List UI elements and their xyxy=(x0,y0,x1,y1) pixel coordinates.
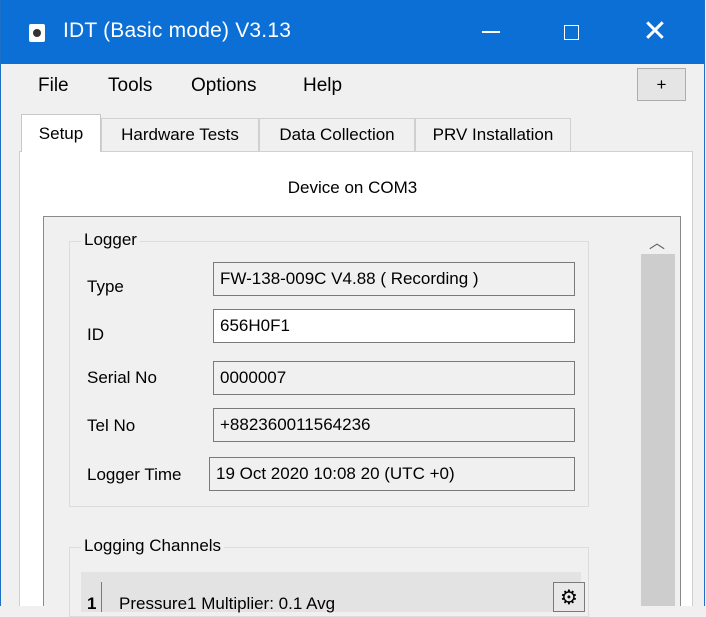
channel-divider xyxy=(101,582,102,612)
maximize-button[interactable] xyxy=(531,0,611,64)
menu-tools[interactable]: Tools xyxy=(108,75,152,97)
logger-time-value: 19 Oct 2020 10:08 20 (UTC +0) xyxy=(216,464,455,483)
channel-description: Pressure1 Multiplier: 0.1 Avg xyxy=(119,594,336,613)
type-field: FW-138-009C V4.88 ( Recording ) xyxy=(213,262,575,296)
minimize-icon xyxy=(482,31,500,33)
minimize-button[interactable] xyxy=(451,0,531,64)
id-input[interactable]: 656H0F1 xyxy=(213,309,575,343)
serial-no-value: 0000007 xyxy=(220,368,287,387)
title-bar: IDT (Basic mode) V3.13 ✕ xyxy=(1,0,704,64)
logger-time-label: Logger Time xyxy=(87,465,182,484)
tab-prv-installation[interactable]: PRV Installation xyxy=(415,118,571,151)
menu-help[interactable]: Help xyxy=(303,75,342,97)
logger-time-field: 19 Oct 2020 10:08 20 (UTC +0) xyxy=(209,457,575,491)
channel-number: 1 xyxy=(87,594,97,613)
menu-options[interactable]: Options xyxy=(191,75,256,97)
channel-settings-button[interactable]: ⚙ xyxy=(553,582,585,612)
tab-hardware-tests[interactable]: Hardware Tests xyxy=(101,118,259,151)
menu-file[interactable]: File xyxy=(38,75,69,97)
id-value: 656H0F1 xyxy=(220,316,290,335)
tel-no-value: +882360011564236 xyxy=(220,415,371,434)
serial-no-label: Serial No xyxy=(87,368,157,387)
logging-channels-title: Logging Channels xyxy=(81,536,225,556)
logger-group-title: Logger xyxy=(81,230,140,250)
maximize-icon xyxy=(563,24,579,40)
id-label: ID xyxy=(87,325,104,344)
type-value: FW-138-009C V4.88 ( Recording ) xyxy=(220,269,479,288)
tel-no-field: +882360011564236 xyxy=(213,408,575,442)
device-label: Device on COM3 xyxy=(287,178,418,197)
app-window: IDT (Basic mode) V3.13 ✕ File Tools Opti… xyxy=(0,0,705,617)
window-title: IDT (Basic mode) V3.13 xyxy=(63,19,292,42)
close-button[interactable]: ✕ xyxy=(615,0,695,64)
tab-setup[interactable]: Setup xyxy=(21,114,101,152)
add-button[interactable]: + xyxy=(637,68,686,101)
menu-bar: File Tools Options Help xyxy=(1,64,704,110)
tel-no-label: Tel No xyxy=(87,416,136,435)
tab-data-collection[interactable]: Data Collection xyxy=(259,118,415,151)
close-icon: ✕ xyxy=(642,15,668,48)
serial-no-field: 0000007 xyxy=(213,361,575,395)
scrollbar-thumb[interactable] xyxy=(641,254,675,606)
type-label: Type xyxy=(87,277,124,296)
app-icon xyxy=(29,24,45,42)
chevron-up-icon[interactable]: ︿ xyxy=(649,229,665,253)
